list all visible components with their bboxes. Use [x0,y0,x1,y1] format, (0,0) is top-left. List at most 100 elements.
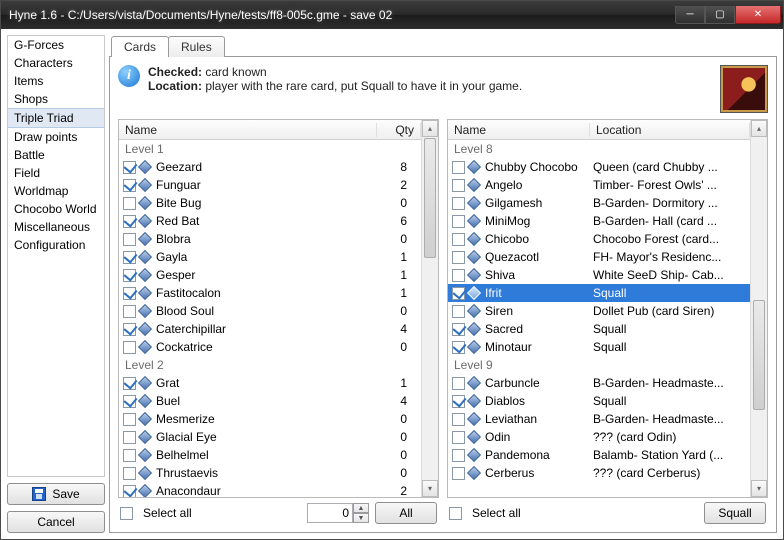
qty-up[interactable]: ▲ [353,503,369,513]
sidebar-item-miscellaneous[interactable]: Miscellaneous [8,218,104,236]
sidebar-item-draw-points[interactable]: Draw points [8,128,104,146]
card-row[interactable]: MiniMogB-Garden- Hall (card ... [448,212,750,230]
card-row[interactable]: PandemonaBalamb- Station Yard (... [448,446,750,464]
tab-cards[interactable]: Cards [111,36,169,57]
col-location[interactable]: Location [590,123,750,137]
sidebar-item-characters[interactable]: Characters [8,54,104,72]
maximize-button[interactable]: ▢ [705,6,735,24]
right-select-all-checkbox[interactable] [449,507,462,520]
card-checkbox[interactable] [452,215,465,228]
card-checkbox[interactable] [452,251,465,264]
card-row[interactable]: SacredSquall [448,320,750,338]
minimize-button[interactable]: ─ [675,6,705,24]
col-qty[interactable]: Qty [377,123,421,137]
qty-down[interactable]: ▼ [353,513,369,523]
card-checkbox[interactable] [123,341,136,354]
card-checkbox[interactable] [452,431,465,444]
card-checkbox[interactable] [452,269,465,282]
card-checkbox[interactable] [123,269,136,282]
left-scrollbar[interactable]: ▴ ▾ [421,120,438,497]
card-checkbox[interactable] [123,377,136,390]
card-checkbox[interactable] [452,413,465,426]
card-checkbox[interactable] [452,377,465,390]
sidebar-item-worldmap[interactable]: Worldmap [8,182,104,200]
tab-rules[interactable]: Rules [168,36,225,57]
card-checkbox[interactable] [123,287,136,300]
save-button[interactable]: Save [7,483,105,505]
card-row[interactable]: Grat1 [119,374,421,392]
card-checkbox[interactable] [452,287,465,300]
card-checkbox[interactable] [123,233,136,246]
sidebar-item-triple-triad[interactable]: Triple Triad [8,108,104,128]
card-row[interactable]: Mesmerize0 [119,410,421,428]
card-row[interactable]: ShivaWhite SeeD Ship- Cab... [448,266,750,284]
cancel-button[interactable]: Cancel [7,511,105,533]
left-header[interactable]: Name Qty [119,120,421,140]
card-row[interactable]: AngeloTimber- Forest Owls' ... [448,176,750,194]
card-row[interactable]: ChicoboChocobo Forest (card... [448,230,750,248]
card-row[interactable]: IfritSquall [448,284,750,302]
card-row[interactable]: Geezard8 [119,158,421,176]
card-row[interactable]: Fastitocalon1 [119,284,421,302]
qty-input[interactable] [307,503,353,523]
card-checkbox[interactable] [123,215,136,228]
card-checkbox[interactable] [452,341,465,354]
card-checkbox[interactable] [123,395,136,408]
all-button[interactable]: All [375,502,437,524]
card-row[interactable]: Belhelmel0 [119,446,421,464]
card-row[interactable]: Blobra0 [119,230,421,248]
right-header[interactable]: Name Location [448,120,750,140]
card-row[interactable]: Anacondaur2 [119,482,421,497]
card-row[interactable]: LeviathanB-Garden- Headmaste... [448,410,750,428]
card-row[interactable]: Thrustaevis0 [119,464,421,482]
col-name[interactable]: Name [448,123,590,137]
card-row[interactable]: Cerberus??? (card Cerberus) [448,464,750,482]
sidebar-item-g-forces[interactable]: G-Forces [8,36,104,54]
sidebar-item-battle[interactable]: Battle [8,146,104,164]
card-checkbox[interactable] [123,431,136,444]
card-checkbox[interactable] [123,305,136,318]
sidebar-item-chocobo-world[interactable]: Chocobo World [8,200,104,218]
card-row[interactable]: Funguar2 [119,176,421,194]
close-button[interactable]: ✕ [735,6,781,24]
card-row[interactable]: Gesper1 [119,266,421,284]
card-checkbox[interactable] [452,233,465,246]
card-checkbox[interactable] [123,467,136,480]
card-row[interactable]: Buel4 [119,392,421,410]
card-row[interactable]: Caterchipillar4 [119,320,421,338]
card-row[interactable]: SirenDollet Pub (card Siren) [448,302,750,320]
card-row[interactable]: Chubby ChocoboQueen (card Chubby ... [448,158,750,176]
card-row[interactable]: MinotaurSquall [448,338,750,356]
card-row[interactable]: Red Bat6 [119,212,421,230]
col-name[interactable]: Name [119,123,377,137]
card-row[interactable]: Glacial Eye0 [119,428,421,446]
sidebar-item-items[interactable]: Items [8,72,104,90]
card-checkbox[interactable] [123,323,136,336]
sidebar-item-configuration[interactable]: Configuration [8,236,104,254]
sidebar-item-field[interactable]: Field [8,164,104,182]
card-row[interactable]: Gayla1 [119,248,421,266]
card-checkbox[interactable] [452,197,465,210]
card-checkbox[interactable] [123,197,136,210]
sidebar-item-shops[interactable]: Shops [8,90,104,108]
card-row[interactable]: QuezacotlFH- Mayor's Residenc... [448,248,750,266]
card-checkbox[interactable] [123,449,136,462]
left-card-list[interactable]: Level 1Geezard8Funguar2Bite Bug0Red Bat6… [119,140,421,497]
left-select-all-checkbox[interactable] [120,507,133,520]
card-row[interactable]: GilgameshB-Garden- Dormitory ... [448,194,750,212]
card-thumbnail[interactable] [720,65,768,113]
right-card-list[interactable]: Level 8Chubby ChocoboQueen (card Chubby … [448,140,750,482]
card-row[interactable]: DiablosSquall [448,392,750,410]
card-row[interactable]: Blood Soul0 [119,302,421,320]
card-checkbox[interactable] [452,179,465,192]
card-checkbox[interactable] [123,161,136,174]
card-checkbox[interactable] [123,485,136,498]
card-row[interactable]: Odin??? (card Odin) [448,428,750,446]
card-checkbox[interactable] [452,323,465,336]
card-checkbox[interactable] [452,449,465,462]
card-checkbox[interactable] [452,161,465,174]
card-checkbox[interactable] [123,413,136,426]
card-checkbox[interactable] [452,395,465,408]
card-row[interactable]: CarbuncleB-Garden- Headmaste... [448,374,750,392]
card-checkbox[interactable] [452,467,465,480]
